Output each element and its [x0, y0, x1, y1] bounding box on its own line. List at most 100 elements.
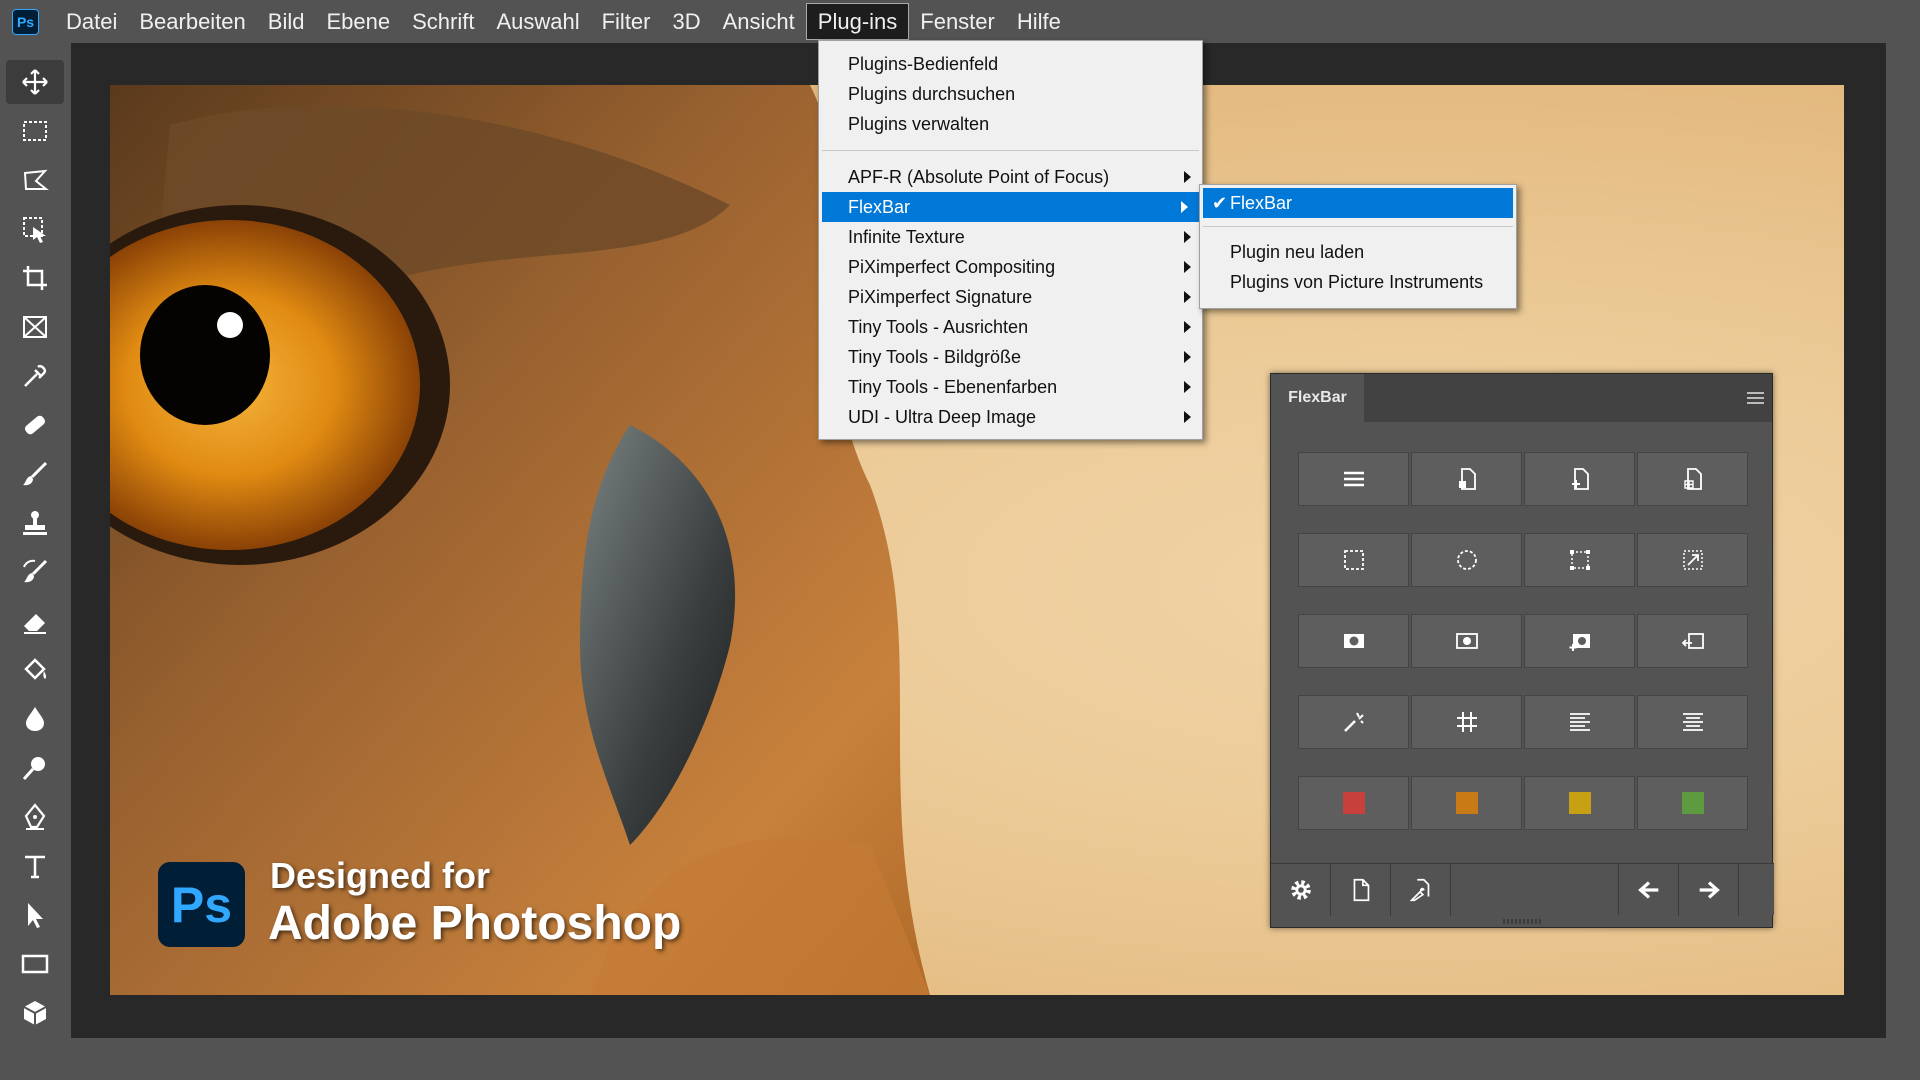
menu-3d[interactable]: 3D: [662, 3, 712, 40]
menu-lines-button[interactable]: [1298, 452, 1409, 506]
arrow-left-icon: [1637, 881, 1658, 899]
resize-grip[interactable]: [1503, 919, 1541, 924]
menu-item-piximperfect-signature[interactable]: PiXimperfect Signature: [819, 282, 1202, 312]
status-bar: [71, 1038, 1920, 1080]
page-edit-icon: [1409, 878, 1429, 902]
history-brush-icon[interactable]: [6, 550, 64, 594]
color-green-button[interactable]: [1637, 776, 1748, 830]
panel-footer: [1271, 863, 1774, 916]
menu-filter[interactable]: Filter: [591, 3, 662, 40]
align-center-button[interactable]: [1637, 695, 1748, 749]
plugins-menu: Plugins-Bedienfeld Plugins durchsuchen P…: [818, 40, 1203, 440]
grid-hash-icon: [1456, 712, 1477, 732]
next-button[interactable]: [1679, 864, 1739, 916]
eraser-icon[interactable]: [6, 599, 64, 643]
panel-header: FlexBar: [1271, 374, 1772, 422]
menu-item-manage-plugins[interactable]: Plugins verwalten: [819, 109, 1202, 139]
color-orange-button[interactable]: [1411, 776, 1522, 830]
mask-invert-button[interactable]: [1411, 614, 1522, 668]
menu-bar: Ps Datei Bearbeiten Bild Ebene Schrift A…: [0, 0, 1920, 43]
stamp-icon[interactable]: [6, 501, 64, 545]
menu-item-plugins-panel[interactable]: Plugins-Bedienfeld: [819, 49, 1202, 79]
mask-invert-icon: [1455, 633, 1478, 649]
menu-bild[interactable]: Bild: [257, 3, 316, 40]
magic-button[interactable]: [1298, 695, 1409, 749]
menu-item-tiny-tools-ebenenfarben[interactable]: Tiny Tools - Ebenenfarben: [819, 372, 1202, 402]
menu-plugins[interactable]: Plug-ins: [805, 3, 910, 40]
menu-hilfe[interactable]: Hilfe: [1006, 3, 1072, 40]
settings-button[interactable]: [1271, 864, 1331, 916]
3d-icon[interactable]: [6, 991, 64, 1035]
submenu-item-flexbar[interactable]: ✔ FlexBar: [1203, 188, 1513, 218]
color-yellow-button[interactable]: [1524, 776, 1635, 830]
menu-item-piximperfect-compositing[interactable]: PiXimperfect Compositing: [819, 252, 1202, 282]
footer-spacer: [1451, 864, 1619, 915]
document-add-button[interactable]: [1524, 452, 1635, 506]
transform-selection-icon: [1569, 550, 1590, 570]
healing-icon[interactable]: [6, 403, 64, 447]
panel-tab-flexbar[interactable]: FlexBar: [1271, 374, 1364, 422]
menu-auswahl[interactable]: Auswahl: [485, 3, 590, 40]
move-icon[interactable]: [6, 60, 64, 104]
menu-ebene[interactable]: Ebene: [315, 3, 401, 40]
photoshop-logo[interactable]: Ps: [12, 8, 39, 35]
menu-item-browse-plugins[interactable]: Plugins durchsuchen: [819, 79, 1202, 109]
frame-icon[interactable]: [6, 305, 64, 349]
blur-icon[interactable]: [6, 697, 64, 741]
menu-item-infinite-texture[interactable]: Infinite Texture: [819, 222, 1202, 252]
menu-item-apf-r[interactable]: APF-R (Absolute Point of Focus): [819, 162, 1202, 192]
badge-line1: Designed for: [270, 855, 491, 896]
brush-icon[interactable]: [6, 452, 64, 496]
edit-page-button[interactable]: [1391, 864, 1451, 916]
ellipse-select-button[interactable]: [1411, 533, 1522, 587]
arrow-right-icon: [1699, 881, 1720, 899]
mask-add-icon: [1569, 634, 1590, 651]
menu-fenster[interactable]: Fenster: [909, 3, 1006, 40]
previous-button[interactable]: [1619, 864, 1679, 916]
lasso-icon[interactable]: [6, 158, 64, 202]
paint-bucket-icon[interactable]: [6, 648, 64, 692]
submenu-arrow-icon: [1184, 411, 1191, 423]
submenu-item-picture-instruments[interactable]: Plugins von Picture Instruments: [1200, 267, 1516, 297]
document-grid-button[interactable]: [1637, 452, 1748, 506]
path-select-icon[interactable]: [6, 893, 64, 937]
checkmark-icon: ✔: [1212, 192, 1228, 213]
new-page-button[interactable]: [1331, 864, 1391, 916]
transform-select-button[interactable]: [1524, 533, 1635, 587]
submenu-arrow-icon: [1184, 261, 1191, 273]
submenu-arrow-icon: [1184, 381, 1191, 393]
submenu-arrow-icon: [1184, 351, 1191, 363]
marquee-icon[interactable]: [6, 109, 64, 153]
mask-add-button[interactable]: [1524, 614, 1635, 668]
badge-line2: Adobe Photoshop: [268, 897, 682, 950]
dodge-icon[interactable]: [6, 746, 64, 790]
object-select-icon[interactable]: [6, 207, 64, 251]
menu-ansicht[interactable]: Ansicht: [712, 3, 806, 40]
type-icon[interactable]: [6, 844, 64, 888]
crop-icon[interactable]: [6, 256, 64, 300]
eyedropper-icon[interactable]: [6, 354, 64, 398]
menu-separator: [822, 150, 1199, 151]
submenu-arrow-icon: [1184, 171, 1191, 183]
document-button[interactable]: [1411, 452, 1522, 506]
pen-icon[interactable]: [6, 795, 64, 839]
submenu-item-reload-plugin[interactable]: Plugin neu laden: [1200, 237, 1516, 267]
menu-item-udi[interactable]: UDI - Ultra Deep Image: [819, 402, 1202, 432]
expand-select-button[interactable]: [1637, 533, 1748, 587]
menu-schrift[interactable]: Schrift: [401, 3, 485, 40]
menu-item-flexbar[interactable]: FlexBar: [822, 192, 1199, 222]
grid-button[interactable]: [1411, 695, 1522, 749]
menu-item-tiny-tools-bildgroesse[interactable]: Tiny Tools - Bildgröße: [819, 342, 1202, 372]
submenu-arrow-icon: [1184, 321, 1191, 333]
menu-datei[interactable]: Datei: [55, 3, 128, 40]
panel-menu-icon[interactable]: [1747, 392, 1764, 407]
color-red-button[interactable]: [1298, 776, 1409, 830]
rectangle-icon[interactable]: [6, 942, 64, 986]
mask-apply-button[interactable]: [1637, 614, 1748, 668]
menu-item-tiny-tools-ausrichten[interactable]: Tiny Tools - Ausrichten: [819, 312, 1202, 342]
rect-select-button[interactable]: [1298, 533, 1409, 587]
color-swatch-red: [1342, 792, 1365, 814]
align-left-button[interactable]: [1524, 695, 1635, 749]
menu-bearbeiten[interactable]: Bearbeiten: [128, 3, 256, 40]
mask-button[interactable]: [1298, 614, 1409, 668]
